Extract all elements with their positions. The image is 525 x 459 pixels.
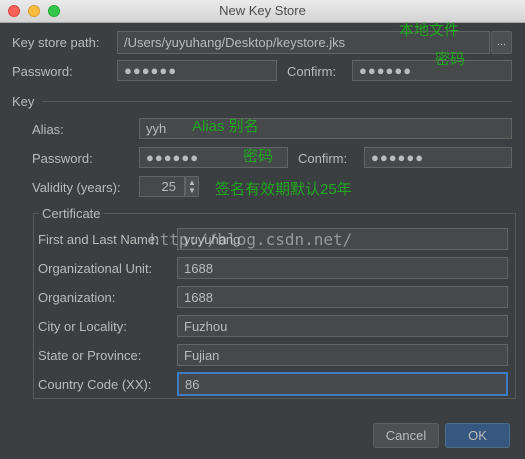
cert-city-label: City or Locality: bbox=[38, 319, 127, 334]
cert-city-input[interactable] bbox=[177, 315, 508, 337]
validity-stepper[interactable]: ▲ ▼ bbox=[185, 176, 199, 197]
cert-country-input[interactable] bbox=[177, 372, 508, 396]
watermark: http://blog.csdn.net/ bbox=[150, 230, 353, 249]
cancel-button[interactable]: Cancel bbox=[373, 423, 439, 448]
annotation-keystore-password: 密码 bbox=[435, 51, 466, 68]
cert-state-input[interactable] bbox=[177, 344, 508, 366]
annotation-local-file: 本地文件 bbox=[399, 22, 460, 39]
ok-button[interactable]: OK bbox=[445, 423, 510, 448]
key-section-label: Key bbox=[12, 94, 35, 109]
cert-org-input[interactable] bbox=[177, 286, 508, 308]
keystore-confirm-field[interactable] bbox=[352, 60, 512, 81]
cert-org-unit-label: Organizational Unit: bbox=[38, 261, 153, 276]
keystore-confirm-label: Confirm: bbox=[287, 64, 337, 79]
cert-name-label: First and Last Name: bbox=[38, 232, 159, 247]
cert-org-label: Organization: bbox=[38, 290, 116, 305]
key-confirm-label: Confirm: bbox=[298, 151, 348, 166]
key-password-label: Password: bbox=[32, 151, 93, 166]
annotation-alias: Alias 别名 bbox=[192, 118, 259, 135]
annotation-key-password: 密码 bbox=[243, 148, 274, 165]
annotation-validity: 签名有效期默认25年 bbox=[215, 181, 352, 198]
alias-label: Alias: bbox=[32, 122, 64, 137]
certificate-legend: Certificate bbox=[39, 206, 104, 221]
key-section-divider bbox=[42, 101, 512, 102]
keystore-path-label: Key store path: bbox=[12, 35, 100, 50]
cert-country-label: Country Code (XX): bbox=[38, 377, 152, 392]
key-confirm-field[interactable] bbox=[364, 147, 512, 168]
browse-button[interactable]: ... bbox=[491, 31, 512, 54]
cert-state-label: State or Province: bbox=[38, 348, 142, 363]
validity-input[interactable] bbox=[139, 176, 185, 197]
keystore-password-label: Password: bbox=[12, 64, 73, 79]
cert-org-unit-input[interactable] bbox=[177, 257, 508, 279]
stepper-down-icon[interactable]: ▼ bbox=[188, 187, 196, 195]
validity-label: Validity (years): bbox=[32, 180, 121, 195]
keystore-password-field[interactable] bbox=[117, 60, 277, 81]
